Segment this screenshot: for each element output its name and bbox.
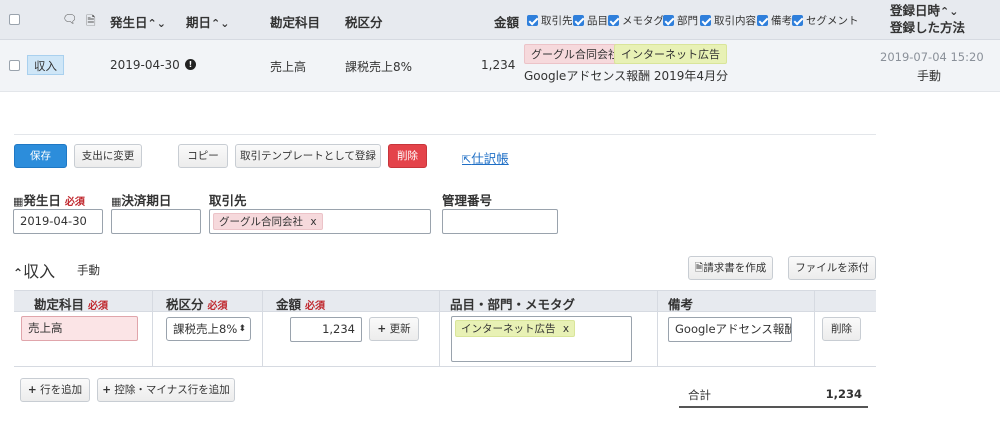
partner-label: 取引先 [209,193,247,208]
row-registered-at: 2019-07-04 15:20 [880,50,984,64]
account-input[interactable]: 売上高 [21,316,138,341]
partner-chip: グーグル合同会社 x [213,213,323,230]
header-due-date[interactable]: 期日⌃⌄ [186,12,229,31]
comment-icon: 🗨 [62,12,78,26]
date-input[interactable]: 2019-04-30 [13,209,103,234]
col-amount: 金額 必須 [276,297,326,312]
amount-input[interactable]: 1,234 [290,317,362,342]
control-number-input[interactable] [442,209,558,234]
toggle-segment[interactable]: セグメント [792,13,859,28]
add-row-button[interactable]: + 行を追加 [20,378,90,402]
document-icon: 🗎 [694,262,704,274]
select-all-checkbox[interactable] [9,14,20,25]
tax-select[interactable]: 課税売上8% ⬍ [166,317,251,341]
row-tax: 課税売上8% [345,60,413,74]
partner-tag: グーグル合同会社 [524,44,626,64]
due-input[interactable] [111,209,201,234]
col-tags: 品目・部門・メモタグ [450,297,576,312]
select-arrows-icon: ⬍ [238,324,246,334]
remove-chip-icon[interactable]: x [310,216,316,228]
sort-icon: ⌃⌄ [211,17,230,30]
calendar-icon: ▦ [111,195,122,208]
copy-button[interactable]: コピー [178,144,228,168]
checkbox[interactable] [573,15,584,26]
checkbox[interactable] [700,15,711,26]
register-template-button[interactable]: 取引テンプレートとして登録 [235,144,381,168]
control-number-label: 管理番号 [442,193,493,208]
sort-icon: ⌃⌄ [147,17,166,30]
header-registered[interactable]: 登録日時⌃⌄ 登録した方法 [890,3,965,36]
delete-button[interactable]: 削除 [388,144,427,168]
header-account: 勘定科目 [270,15,321,30]
toggle-partner[interactable]: 取引先 [527,13,573,28]
checkbox[interactable] [757,15,768,26]
row-date: 2019-04-30 [110,58,180,72]
income-section-toggle[interactable]: ⌃収入 [13,258,55,282]
note-input[interactable]: Googleアドセンス報酬 2 [668,317,792,342]
alert-icon: ! [185,59,196,70]
remove-chip-icon[interactable]: x [563,323,569,335]
header-amount: 金額 [494,15,520,30]
detail-table-row: 売上高 課税売上8% ⬍ 1,234 + 更新 インターネット広告 x Googl… [14,312,876,367]
due-label: ▦決済期日 [111,193,172,208]
transaction-list-header: 🗨 🗎 発生日⌃⌄ 期日⌃⌄ 勘定科目 税区分 金額 取引先 品目 メモタグ 部… [0,0,1000,40]
add-deduction-row-button[interactable]: + 控除・マイナス行を追加 [97,378,235,402]
section-method: 手動 [77,263,100,277]
date-label: ▦発生日 必須 [13,193,85,208]
col-tax: 税区分 必須 [166,297,228,312]
sort-icon: ⌃⌄ [940,5,959,18]
toggle-note[interactable]: 備考 [757,13,792,28]
external-link-icon: ⇱ [462,153,472,166]
toggle-item[interactable]: 品目 [573,13,608,28]
update-button[interactable]: + 更新 [369,317,419,341]
total-value: 1,234 [825,387,862,401]
checkbox[interactable] [608,15,619,26]
total-label: 合計 [688,388,711,402]
change-to-expense-button[interactable]: 支出に変更 [74,144,142,168]
checkbox[interactable] [792,15,803,26]
item-chip: インターネット広告 x [455,320,576,337]
toggle-memo[interactable]: メモタグ [608,13,664,28]
attach-file-button[interactable]: ファイルを添付 [788,256,876,280]
toggle-dept[interactable]: 部門 [663,13,698,28]
transaction-row[interactable]: 収入 2019-04-30 ! 売上高 課税売上8% 1,234 グーグル合同会… [0,40,1000,92]
checkbox[interactable] [527,15,538,26]
document-icon: 🗎 [86,14,96,28]
divider [14,134,876,135]
item-tag: インターネット広告 [614,44,727,64]
col-note: 備考 [668,297,694,312]
save-button[interactable]: 保存 [14,144,67,168]
journal-link[interactable]: ⇱仕訳帳 [462,148,509,167]
row-delete-button[interactable]: 削除 [822,317,861,341]
detail-table-header: 勘定科目 必須 税区分 必須 金額 必須 品目・部門・メモタグ 備考 [14,290,876,312]
plus-icon: + [102,384,112,396]
plus-icon: + [377,323,387,335]
row-method: 手動 [917,69,942,83]
toggle-content[interactable]: 取引内容 [700,13,756,28]
header-tax: 税区分 [345,15,383,30]
checkbox[interactable] [663,15,674,26]
total-underline [679,406,868,408]
chevron-up-icon: ⌃ [13,266,24,280]
create-invoice-button[interactable]: 🗎請求書を作成 [688,256,773,280]
income-badge: 収入 [27,55,64,75]
header-occurred-date[interactable]: 発生日⌃⌄ [110,12,166,31]
row-checkbox[interactable] [9,60,20,71]
plus-icon: + [27,384,37,396]
row-account: 売上高 [270,60,307,74]
calendar-icon: ▦ [13,195,24,208]
row-amount: 1,234 [481,58,516,72]
row-description: Googleアドセンス報酬 2019年4月分 [524,69,729,83]
partner-input[interactable]: グーグル合同会社 x [209,209,431,234]
tags-input[interactable]: インターネット広告 x [451,316,632,362]
col-account: 勘定科目 必須 [34,297,109,312]
